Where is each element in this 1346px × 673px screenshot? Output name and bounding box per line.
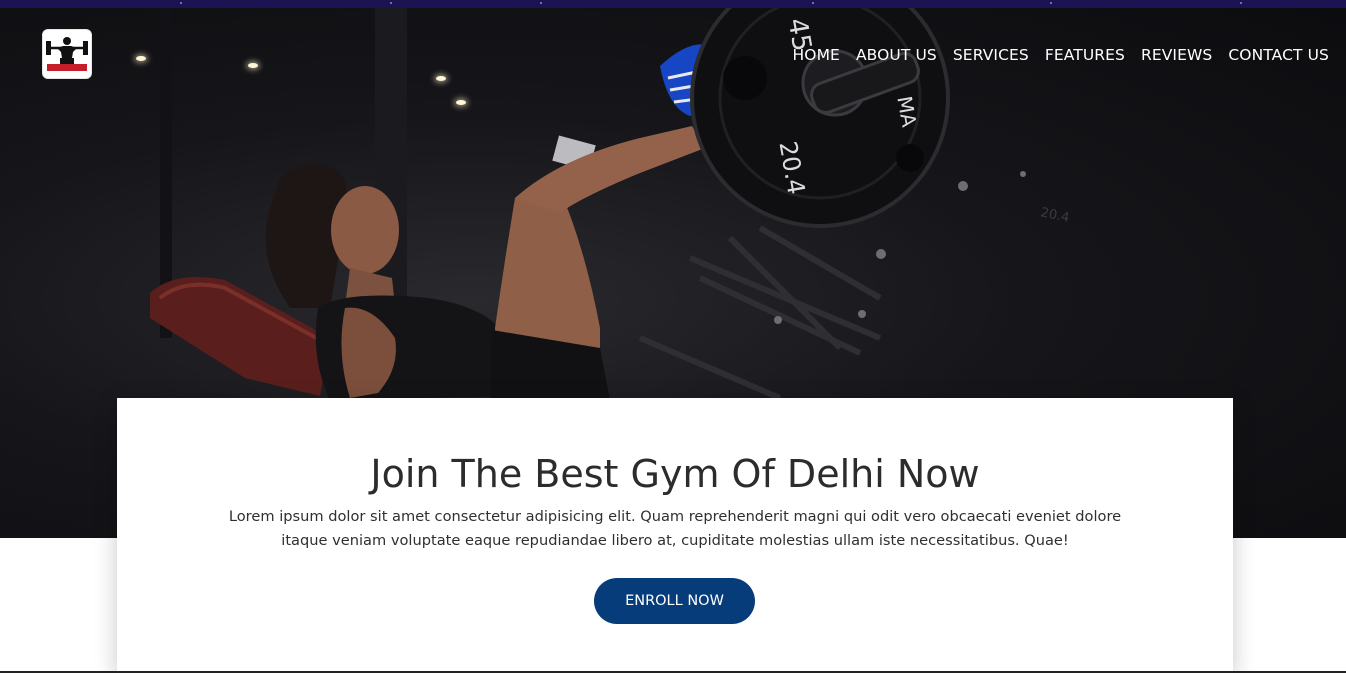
star-dot xyxy=(1050,2,1052,4)
nav-contact-us[interactable]: CONTACT US xyxy=(1228,45,1329,65)
nav-features[interactable]: FEATURES xyxy=(1045,45,1125,65)
main-nav: HOME ABOUT US SERVICES FEATURES REVIEWS … xyxy=(793,45,1329,65)
rack-marking: 20.4 xyxy=(1039,205,1070,226)
face xyxy=(331,186,399,274)
top-strip xyxy=(0,0,1346,8)
nav-home[interactable]: HOME xyxy=(793,45,840,65)
star-dot xyxy=(812,2,814,4)
star-dot xyxy=(390,2,392,4)
weightlifter-logo-icon xyxy=(43,30,91,78)
join-card: Join The Best Gym Of Delhi Now Lorem ips… xyxy=(117,398,1233,673)
calf xyxy=(515,126,705,213)
enroll-now-button[interactable]: ENROLL NOW xyxy=(594,578,755,624)
brand-logo[interactable] xyxy=(42,29,92,79)
athlete xyxy=(265,44,712,400)
nav-services[interactable]: SERVICES xyxy=(953,45,1029,65)
star-dot xyxy=(180,2,182,4)
join-description: Lorem ipsum dolor sit amet consectetur a… xyxy=(228,508,1122,549)
join-heading: Join The Best Gym Of Delhi Now xyxy=(370,452,980,496)
nav-about-us[interactable]: ABOUT US xyxy=(856,45,937,65)
leg-press-machine xyxy=(638,225,882,401)
star-dot xyxy=(540,2,542,4)
nav-reviews[interactable]: REVIEWS xyxy=(1141,45,1212,65)
star-dot xyxy=(1240,2,1242,4)
